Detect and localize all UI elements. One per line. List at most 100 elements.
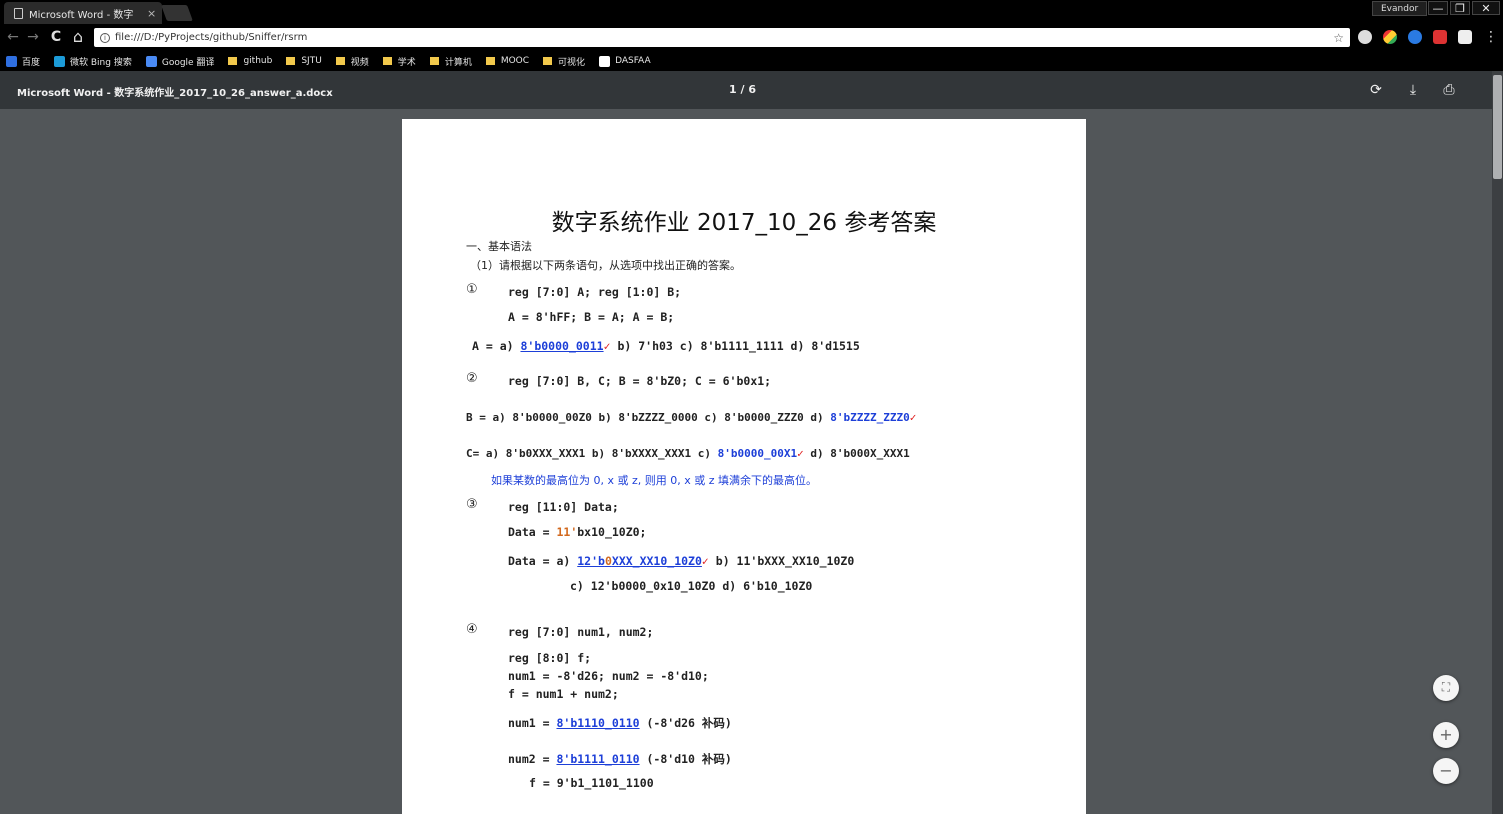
folder-icon [382,57,392,65]
bookmark-folder-computer[interactable]: 计算机 [429,55,472,68]
maximize-button[interactable]: ❐ [1450,1,1470,15]
code-line: f = 9'b1_1101_1100 [529,776,654,790]
browser-tab[interactable]: Microsoft Word - 数字 × [4,2,162,24]
question-number: ④ [466,622,478,637]
bing-icon [54,55,66,67]
bookmark-label: DASFAA [615,56,651,66]
bookmark-google-translate[interactable]: Google 翻译 [145,55,214,68]
home-button[interactable]: ⌂ [69,28,87,46]
check-mark-icon: ✓ [701,554,709,568]
bookmark-folder-mooc[interactable]: MOOC [485,56,530,66]
answer-options: C= a) 8'b0XXX_XXX1 b) 8'bXXXX_XXX1 c) [466,447,712,460]
note-text: 如果某数的最高位为 0, x 或 z, 则用 0, x 或 z 填满余下的最高位… [491,474,818,487]
bookmark-label: 视频 [350,57,369,68]
back-button[interactable]: ← [4,28,22,46]
extension-icon[interactable] [1383,30,1397,44]
pdf-title: Microsoft Word - 数字系统作业_2017_10_26_answe… [17,88,333,99]
extension-icon[interactable] [1433,30,1447,44]
baidu-icon [6,55,17,67]
code-line: reg [7:0] A; reg [1:0] B; [508,285,682,299]
folder-icon [543,57,553,65]
code-line: reg [7:0] num1, num2; [508,625,654,639]
bookmark-baidu[interactable]: 百度 [6,55,40,68]
question-number: ① [466,282,478,297]
translate-icon [145,55,157,67]
bookmark-folder-academic[interactable]: 学术 [382,55,416,68]
extension-icon[interactable] [1408,30,1422,44]
url-text: file:///D:/PyProjects/github/Sniffer/rsr… [115,32,308,43]
extension-icon[interactable] [1458,30,1472,44]
bookmarks-bar: 百度 微软 Bing 搜索 Google 翻译 github SJTU 视频 学… [0,51,1503,71]
question-number: ② [466,371,478,386]
instruction-text: （1）请根据以下两条语句，从选项中找出正确的答案。 [470,259,741,272]
bookmark-label: 可视化 [558,57,586,68]
question-number: ③ [466,497,478,512]
folder-icon [286,57,296,65]
bookmark-folder-visualization[interactable]: 可视化 [543,55,585,68]
folder-icon [335,57,345,65]
code-line: reg [8:0] f; [508,651,592,665]
correct-answer: 8'b1111_0110 [556,752,640,766]
answer-part: XXX_XX10_10Z0 [611,554,702,568]
scrollbar[interactable] [1492,71,1503,814]
page-indicator: 1 / 6 [729,83,756,96]
correct-answer: 12'b0XXX_XX10_10Z0 [577,554,702,568]
scrollbar-thumb[interactable] [1493,75,1502,179]
bookmark-label: SJTU [301,56,322,66]
correct-answer: 8'bZZZZ_ZZZ0 [830,411,910,424]
menu-icon[interactable]: ⋮ [1482,28,1500,46]
folder-icon [485,57,495,65]
forward-button[interactable]: → [24,28,42,46]
close-window-button[interactable]: ✕ [1472,1,1500,15]
correct-answer: 8'b0000_0011 [520,339,604,353]
page-icon [599,55,611,67]
answer-line: A = a) 8'b0000_0011✓ b) 7'h03 c) 8'b1111… [472,339,860,353]
bookmark-label: MOOC [500,56,530,66]
profile-button[interactable]: Evandor [1372,1,1428,16]
bookmark-folder-github[interactable]: github [228,56,272,66]
answer-options: d) 8'b000X_XXX1 [810,447,910,460]
answer-prefix: A = a) [472,339,514,353]
bookmark-label: github [243,56,273,66]
section-heading: 一、基本语法 [466,240,532,253]
bookmark-bing[interactable]: 微软 Bing 搜索 [54,55,132,68]
document-title: 数字系统作业 2017_10_26 参考答案 [551,210,937,236]
bookmark-folder-sjtu[interactable]: SJTU [286,56,322,66]
code-line: reg [7:0] B, C; B = 8'bZ0; C = 6'b0x1; [508,374,772,388]
bookmark-star-icon[interactable]: ☆ [1333,31,1344,45]
tab-close-icon[interactable]: × [147,7,156,20]
reload-button[interactable]: C [47,28,65,46]
answer-options: c) 12'b0000_0x10_10Z0 d) 6'b10_10Z0 [570,579,813,593]
answer-line: C= a) 8'b0XXX_XXX1 b) 8'bXXXX_XXX1 c) 8'… [466,447,910,460]
extension-icon[interactable] [1358,30,1372,44]
print-icon[interactable]: ⎙ [1440,81,1458,99]
zoom-in-button[interactable]: + [1433,722,1459,748]
title-bar: Microsoft Word - 数字 × Evandor — ❐ ✕ [0,0,1503,24]
address-bar[interactable]: i file:///D:/PyProjects/github/Sniffer/r… [94,28,1350,47]
download-icon[interactable]: ⤓ [1404,81,1422,99]
folder-icon [429,57,439,65]
rotate-icon[interactable]: ⟳ [1367,81,1385,99]
bookmark-label: 百度 [22,57,41,68]
minimize-button[interactable]: — [1428,1,1448,15]
code-text: 11' [556,525,578,539]
bookmark-folder-video[interactable]: 视频 [335,55,369,68]
bookmark-dasfaa[interactable]: DASFAA [599,55,651,67]
bookmark-label: 微软 Bing 搜索 [70,57,132,68]
answer-options: b) 7'h03 c) 8'b1111_1111 d) 8'd1515 [617,339,860,353]
answer-line: Data = a) 12'b0XXX_XX10_10Z0✓ b) 11'bXXX… [508,554,854,568]
new-tab-button[interactable] [161,5,193,21]
info-icon[interactable]: i [100,32,110,43]
code-text: num2 = [508,752,557,766]
browser-toolbar: ← → C ⌂ i file:///D:/PyProjects/github/S… [0,24,1503,51]
code-line: f = num1 + num2; [508,687,619,701]
pdf-viewer: Microsoft Word - 数字系统作业_2017_10_26_answe… [0,71,1503,814]
tab-title: Microsoft Word - 数字 [29,9,134,21]
code-text: (-8'd26 补码) [646,716,732,730]
fit-page-button[interactable]: ⛶ [1433,675,1459,701]
bookmark-label: 计算机 [444,57,472,68]
zoom-out-button[interactable]: − [1433,758,1459,784]
bookmark-label: 学术 [397,57,416,68]
answer-line: B = a) 8'b0000_00Z0 b) 8'bZZZZ_0000 c) 8… [466,411,916,424]
check-mark-icon: ✓ [603,339,611,353]
